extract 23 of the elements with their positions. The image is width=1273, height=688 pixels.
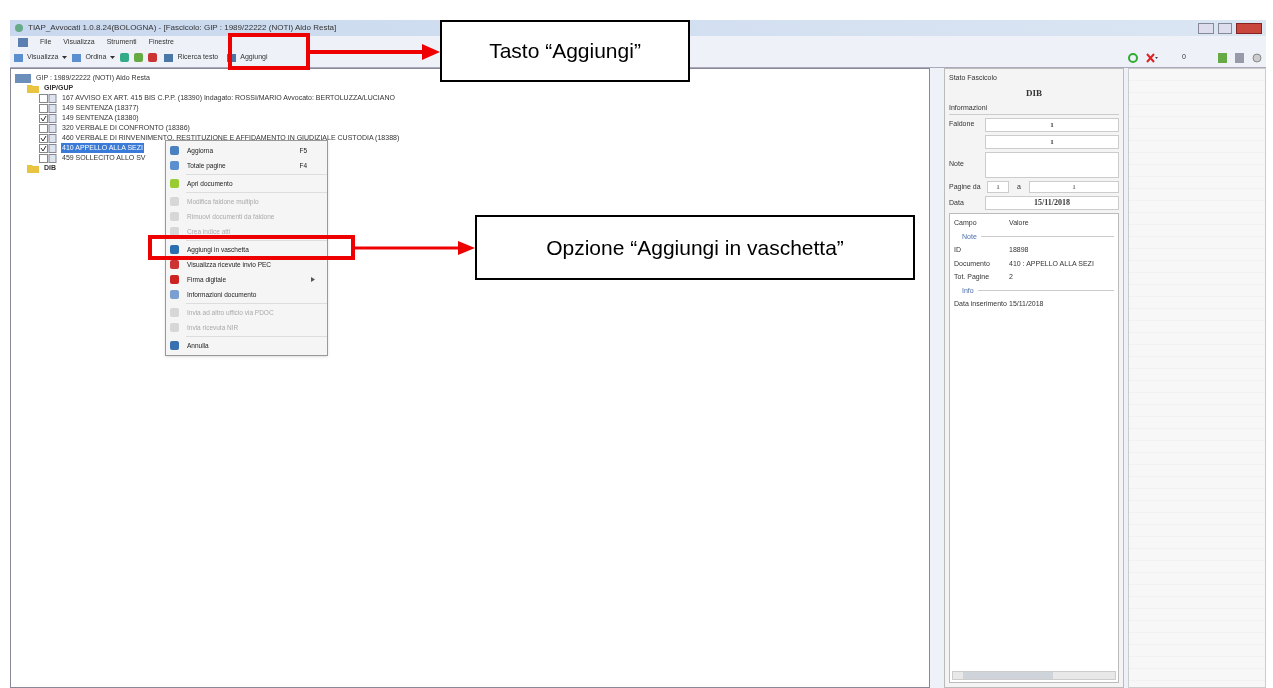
status-value: DIB bbox=[1025, 86, 1043, 100]
toolbar-icon[interactable] bbox=[1218, 52, 1227, 63]
minimize-button[interactable] bbox=[1198, 22, 1214, 34]
caret-icon bbox=[110, 56, 116, 59]
date-field[interactable]: 15/11/2018 bbox=[985, 196, 1119, 210]
toolbar-icon[interactable] bbox=[1235, 52, 1244, 63]
maximize-button[interactable] bbox=[1218, 22, 1232, 34]
case-icon bbox=[15, 73, 31, 83]
callout-label: Tasto “Aggiungi” bbox=[440, 20, 690, 82]
toolbar-icon bbox=[72, 53, 82, 62]
toolbar-icon[interactable] bbox=[1252, 52, 1262, 63]
delete-icon[interactable] bbox=[1146, 52, 1158, 63]
scrollbar-thumb[interactable] bbox=[963, 672, 1053, 679]
folder-icon bbox=[27, 83, 39, 93]
caret-icon bbox=[62, 56, 68, 59]
callout-label: Opzione “Aggiungi in vaschetta” bbox=[475, 215, 915, 280]
note-field[interactable] bbox=[985, 151, 1119, 178]
horizontal-scrollbar[interactable] bbox=[952, 671, 1116, 680]
window-title: TIAP_Avvocati 1.0.8.24(BOLOGNA) - [Fascicolo: GIP : 1989/22222 (NOTI) Aldo Resta] bbox=[28, 22, 337, 34]
refresh-icon[interactable] bbox=[1128, 52, 1138, 63]
toolbar-icon bbox=[14, 53, 23, 62]
close-button[interactable] bbox=[1236, 22, 1262, 34]
folder-icon bbox=[27, 163, 39, 173]
